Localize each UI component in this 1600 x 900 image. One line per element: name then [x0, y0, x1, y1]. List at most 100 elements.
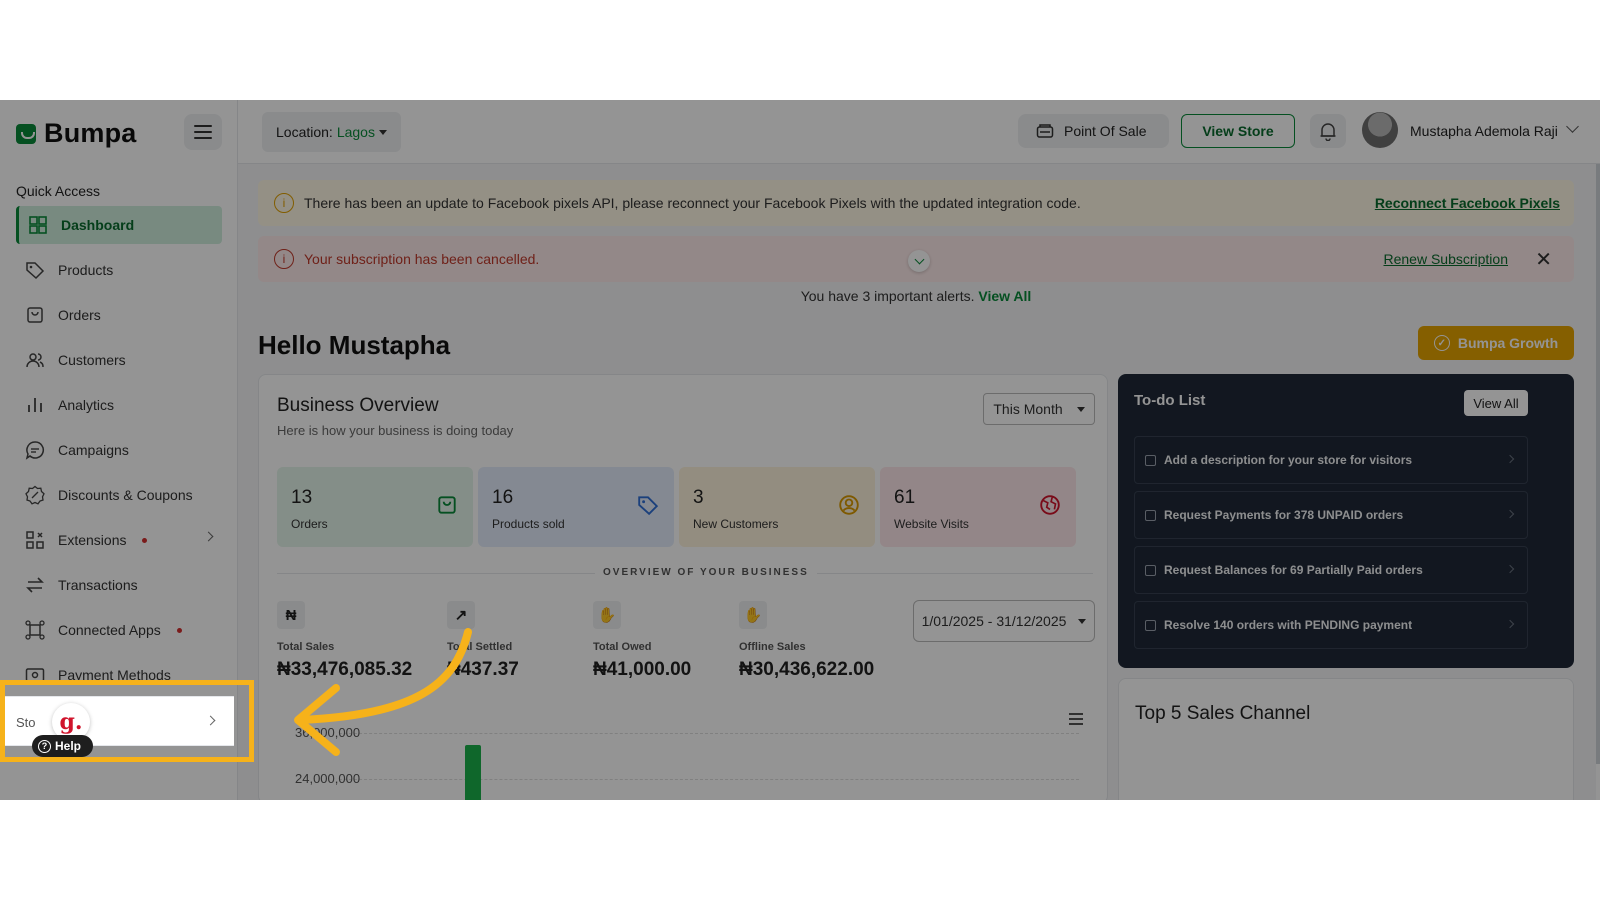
view-store-button[interactable]: View Store — [1181, 114, 1295, 148]
todo-item[interactable]: Request Balances for 69 Partially Paid o… — [1134, 546, 1528, 594]
reconnect-facebook-link[interactable]: Reconnect Facebook Pixels — [1375, 195, 1560, 211]
period-dropdown[interactable]: This Month — [983, 393, 1095, 425]
sidebar-item-extensions[interactable]: Extensions — [16, 521, 222, 559]
facebook-alert-text: There has been an update to Facebook pix… — [304, 195, 1081, 211]
todo-item-text: Add a description for your store for vis… — [1164, 453, 1413, 467]
sidebar-item-orders[interactable]: Orders — [16, 296, 222, 334]
sidebar-item-dashboard[interactable]: Dashboard — [16, 206, 222, 244]
period-value: This Month — [993, 401, 1063, 417]
chevron-right-icon — [203, 531, 214, 542]
location-selector[interactable]: Location: Lagos — [262, 112, 401, 152]
stat-card-website-visits[interactable]: 61 Website Visits — [880, 467, 1076, 547]
metric-label: Total Sales — [277, 641, 335, 653]
todo-item-text: Request Balances for 69 Partially Paid o… — [1164, 563, 1423, 577]
pos-label: Point Of Sale — [1064, 123, 1147, 139]
user-name[interactable]: Mustapha Ademola Raji — [1410, 123, 1558, 139]
stat-card-orders[interactable]: 13 Orders — [277, 467, 473, 547]
extensions-icon — [24, 529, 46, 551]
todo-item-text: Resolve 140 orders with PENDING payment — [1164, 618, 1413, 632]
caret-down-icon — [1078, 618, 1087, 624]
renew-subscription-link[interactable]: Renew Subscription — [1383, 251, 1508, 267]
users-icon — [24, 349, 46, 371]
sidebar-item-label: Discounts & Coupons — [58, 487, 193, 503]
main-content: i There has been an update to Facebook p… — [238, 164, 1600, 800]
highlight-frame — [0, 680, 254, 762]
alerts-summary-text: You have 3 important alerts. — [800, 288, 975, 304]
sidebar-item-transactions[interactable]: Transactions — [16, 566, 222, 604]
sidebar-item-label: Products — [58, 262, 114, 278]
chart-gridline — [339, 733, 1079, 734]
sidebar-item-products[interactable]: Products — [16, 251, 222, 289]
todo-list-card: To-do List View All Add a description fo… — [1118, 374, 1574, 668]
greeting-title: Hello Mustapha — [258, 330, 451, 360]
expand-alerts-button[interactable] — [908, 250, 930, 272]
sidebar-item-customers[interactable]: Customers — [16, 341, 222, 379]
notifications-button[interactable] — [1310, 114, 1346, 148]
checkbox-icon[interactable] — [1145, 454, 1156, 466]
sidebar-item-label: Customers — [58, 352, 126, 368]
user-avatar[interactable] — [1362, 112, 1398, 148]
bumpa-logo[interactable]: Bumpa — [16, 118, 137, 149]
todo-item[interactable]: Add a description for your store for vis… — [1134, 436, 1528, 484]
stat-card-new-customers[interactable]: 3 New Customers — [679, 467, 875, 547]
chevron-down-icon[interactable] — [1566, 120, 1579, 133]
metric-total-owed: ✋ Total Owed ₦41,000.00 — [593, 601, 691, 681]
y-tick-label: 24,000,000 — [295, 771, 361, 786]
top5-title: Top 5 Sales Channel — [1135, 703, 1311, 724]
todo-item[interactable]: Resolve 140 orders with PENDING payment — [1134, 601, 1528, 649]
stat-label: Orders — [291, 517, 328, 531]
section-label: OVERVIEW OF YOUR BUSINESS — [595, 567, 817, 578]
bar-chart-icon — [24, 394, 46, 416]
sidebar-item-label: Dashboard — [61, 217, 135, 233]
caret-down-icon — [378, 129, 387, 135]
chart-bar[interactable] — [465, 745, 481, 800]
subscription-alert-text: Your subscription has been cancelled. — [304, 251, 540, 267]
scrollbar-thumb[interactable] — [1596, 164, 1600, 764]
metric-value: ₦33,476,085.32 — [277, 659, 413, 680]
menu-toggle-button[interactable] — [184, 114, 222, 150]
todo-item-text: Request Payments for 378 UNPAID orders — [1164, 508, 1404, 522]
checkbox-icon[interactable] — [1145, 509, 1156, 521]
sidebar-item-label: Extensions — [58, 532, 127, 548]
transfer-icon — [24, 574, 46, 596]
stat-value: 3 — [693, 487, 704, 508]
bumpa-growth-button[interactable]: ✓ Bumpa Growth — [1418, 326, 1574, 360]
sidebar-item-analytics[interactable]: Analytics — [16, 386, 222, 424]
alerts-summary: You have 3 important alerts. View All — [258, 288, 1574, 304]
chart-menu-icon[interactable] — [1069, 713, 1083, 725]
trend-icon: ↗ — [447, 601, 475, 629]
sidebar-item-campaigns[interactable]: Campaigns — [16, 431, 222, 469]
checkbox-icon[interactable] — [1145, 619, 1156, 631]
metric-offline-sales: ✋ Offline Sales ₦30,436,622.00 — [739, 601, 874, 681]
bumpa-logo-icon — [16, 123, 36, 144]
bag-icon — [435, 493, 459, 517]
view-all-alerts-link[interactable]: View All — [978, 288, 1031, 304]
discount-icon — [24, 484, 46, 506]
checkbox-icon[interactable] — [1145, 564, 1156, 576]
date-range-dropdown[interactable]: 1/01/2025 - 31/12/2025 — [913, 600, 1095, 642]
grid-icon — [27, 214, 49, 236]
stat-label: Website Visits — [894, 517, 969, 531]
bell-icon — [1320, 123, 1336, 141]
facebook-pixel-alert: i There has been an update to Facebook p… — [258, 180, 1574, 226]
y-tick-label: 36,000,000 — [295, 725, 361, 740]
metric-total-settled: ↗ Total Settled ₦437.37 — [447, 601, 519, 681]
growth-label: Bumpa Growth — [1457, 335, 1559, 351]
close-icon[interactable]: ✕ — [1535, 247, 1552, 272]
naira-icon: ₦ — [277, 601, 305, 629]
stat-label: Products sold — [492, 517, 565, 531]
stat-label: New Customers — [693, 517, 779, 531]
metric-label: Offline Sales — [739, 641, 806, 653]
sidebar-item-discounts-coupons[interactable]: Discounts & Coupons — [16, 476, 222, 514]
stat-card-products-sold[interactable]: 16 Products sold — [478, 467, 674, 547]
point-of-sale-button[interactable]: Point Of Sale — [1018, 114, 1169, 148]
sidebar-item-label: Transactions — [58, 577, 138, 593]
sidebar-item-label: Orders — [58, 307, 101, 323]
register-icon — [1036, 124, 1054, 138]
quick-access-title: Quick Access — [16, 183, 101, 199]
sidebar-item-label: Analytics — [58, 397, 115, 413]
user-circle-icon — [837, 493, 861, 517]
todo-item[interactable]: Request Payments for 378 UNPAID orders — [1134, 491, 1528, 539]
sidebar-item-connected-apps[interactable]: Connected Apps — [16, 611, 222, 649]
todo-view-all-button[interactable]: View All — [1464, 390, 1528, 416]
